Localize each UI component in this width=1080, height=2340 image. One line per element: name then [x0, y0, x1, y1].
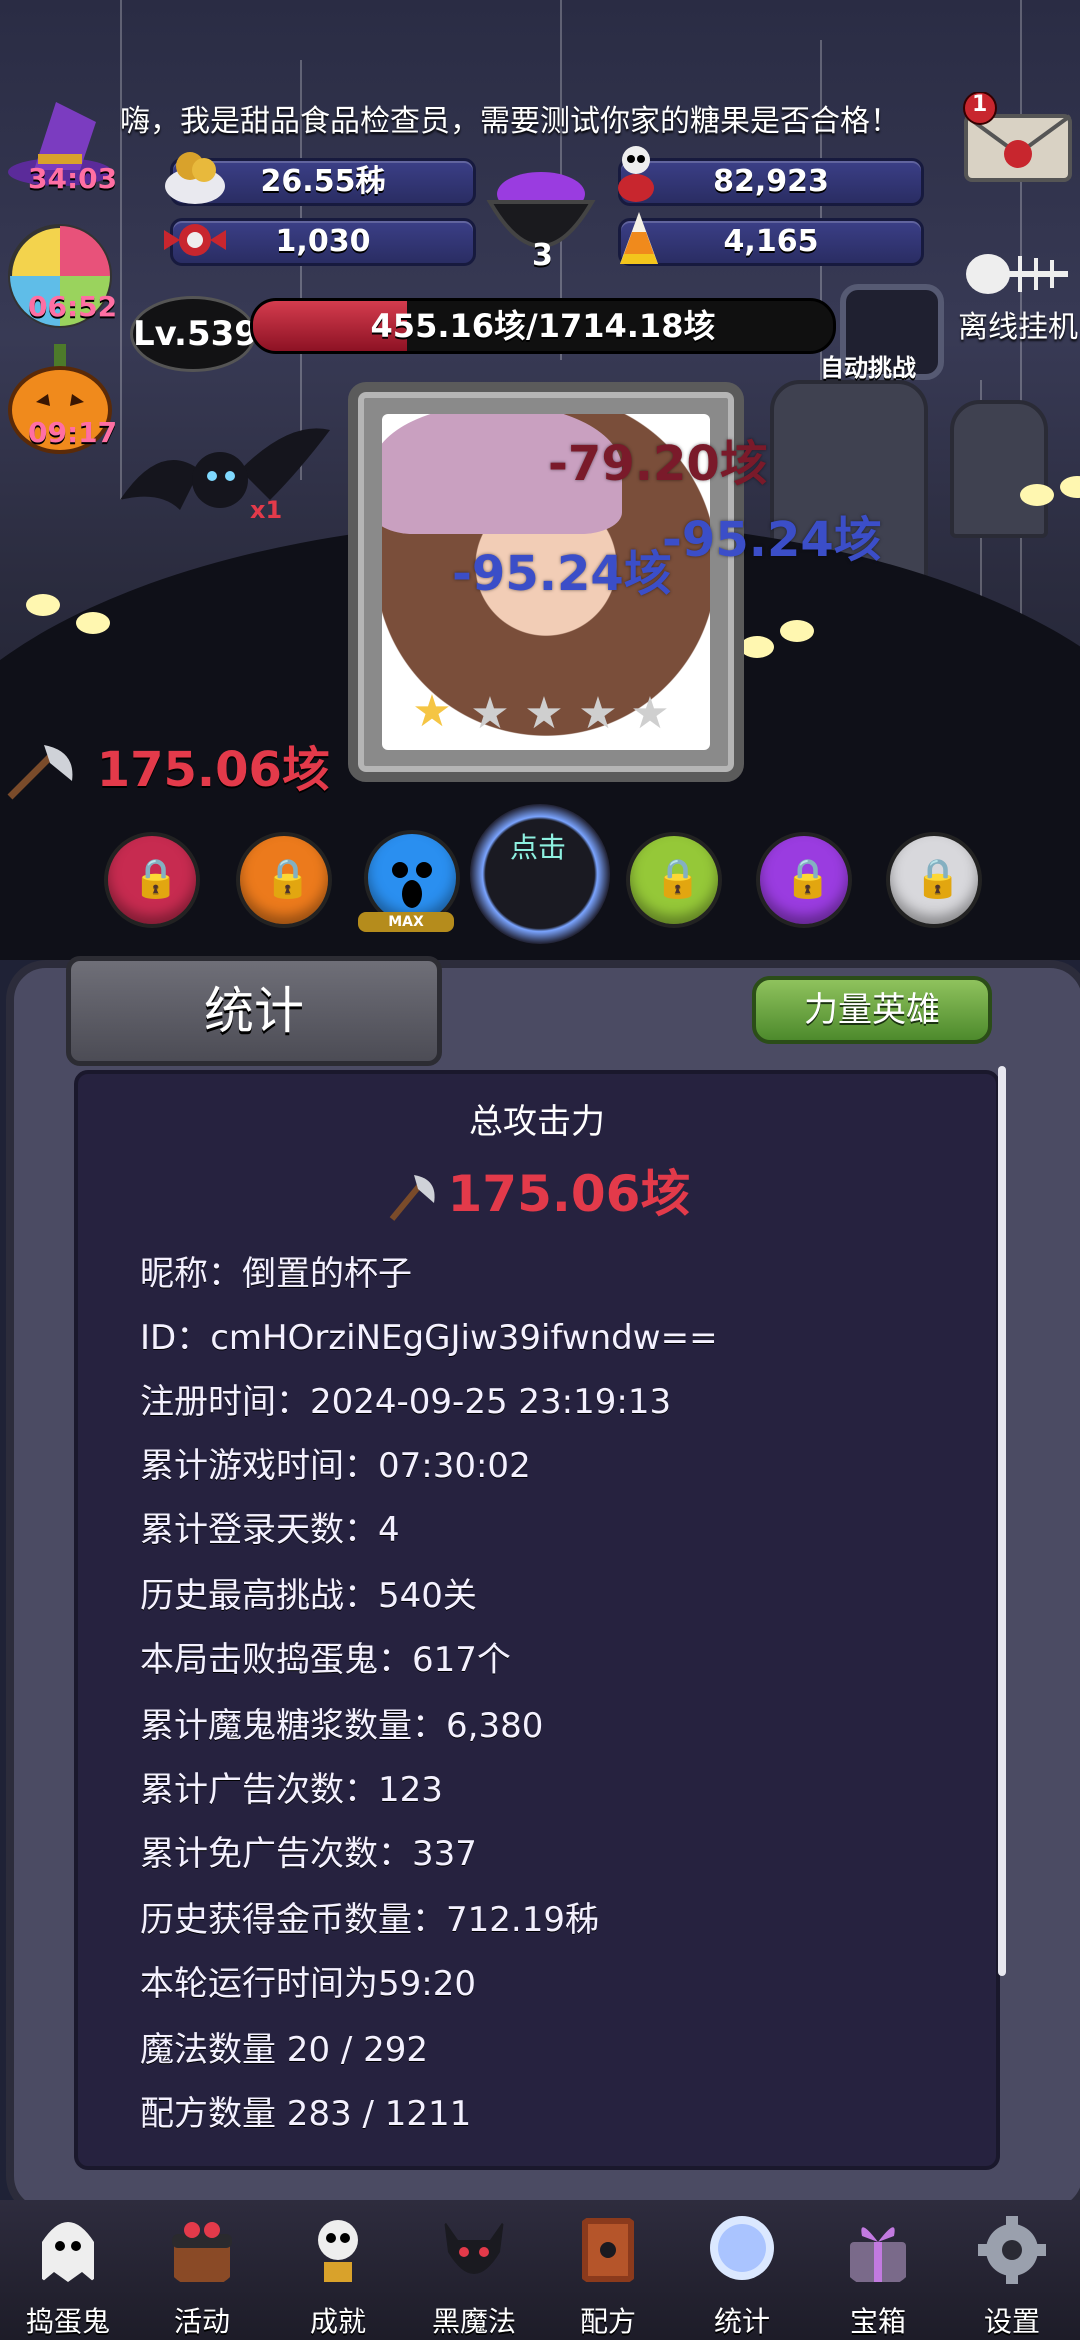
stat-magic-count: 魔法数量 20 / 292 [140, 2030, 429, 2070]
cauldron-count: 3 [532, 238, 553, 273]
nav-activity[interactable]: 活动 [142, 2212, 262, 2338]
level-badge: Lv.539 [130, 296, 258, 372]
stat-highest-stage: 历史最高挑战：540关 [140, 1576, 477, 1616]
gravestone [950, 400, 1048, 538]
event-timer: 34:03 [28, 162, 118, 195]
lock-icon: 🔒 [914, 856, 962, 900]
quest-dialog-text: 嗨，我是甜品食品检查员，需要测试你家的糖果是否合格！ [120, 104, 900, 139]
bat-icon: x1 [120, 410, 340, 550]
power-hero-button[interactable]: 力量英雄 [752, 976, 992, 1044]
max-level-tag: MAX [358, 912, 454, 932]
stat-register-time: 注册时间：2024-09-25 23:19:13 [140, 1382, 672, 1422]
nav-label: 活动 [173, 2305, 230, 2338]
stat-run-time: 本轮运行时间为59:20 [140, 1964, 476, 2004]
tap-label: 点击 [510, 831, 567, 864]
nav-label: 设置 [983, 2305, 1040, 2338]
tap-attack-orb[interactable]: 点击 [470, 804, 610, 944]
devil-icon [444, 2220, 504, 2274]
stat-syrup: 累计魔鬼糖浆数量：6,380 [140, 1706, 544, 1746]
total-attack: 175.06垓 [78, 1154, 996, 1226]
damage-number: -79.20垓 [548, 436, 768, 492]
nav-achievement[interactable]: 成就 [278, 2212, 398, 2338]
damage-number: -95.24垓 [452, 546, 672, 602]
skull-potion-value: 82,923 [713, 164, 829, 199]
damage-number: -95.24垓 [662, 512, 882, 568]
stat-recipe-count: 配方数量 283 / 1211 [140, 2094, 472, 2134]
nav-recipe[interactable]: 配方 [548, 2212, 668, 2338]
cauldron-icon[interactable]: 3 [476, 150, 606, 280]
coin-pile-icon [160, 146, 230, 206]
nav-label: 捣蛋鬼 [25, 2305, 110, 2338]
lock-icon: 🔒 [264, 856, 312, 900]
star-empty-icon: ★ [524, 688, 564, 739]
skill-orb-locked[interactable]: 🔒 [756, 832, 852, 928]
nav-label: 宝箱 [849, 2305, 906, 2338]
star-empty-icon: ★ [578, 688, 618, 739]
lock-icon: 🔒 [654, 856, 702, 900]
stat-play-time: 累计游戏时间：07:30:02 [140, 1446, 531, 1486]
crystal-ball-icon [710, 2216, 774, 2280]
nav-label: 黑魔法 [431, 2305, 516, 2338]
total-attack-value: 175.06垓 [447, 1165, 691, 1223]
stat-login-days: 累计登录天数：4 [140, 1510, 400, 1550]
stat-coins-earned: 历史获得金币数量：712.19秭 [140, 1900, 599, 1940]
gift-box-icon [850, 2227, 906, 2282]
stat-nickname: 昵称：倒置的杯子 [140, 1254, 412, 1294]
stat-id: ID：cmHOrziNEgGJiw39ifwndw== [140, 1318, 718, 1358]
candy-corn-icon [604, 208, 674, 268]
mail-count-badge: 1 [972, 92, 988, 117]
mail-icon[interactable]: 1 [962, 91, 1074, 188]
stat-ads: 累计广告次数：123 [140, 1770, 443, 1810]
lock-icon: 🔒 [132, 856, 180, 900]
skill-orb-locked[interactable]: 🔒 [886, 832, 982, 928]
spellbook-icon [582, 2218, 634, 2282]
pumpkin-icon[interactable]: 09:17 [6, 344, 118, 456]
witch-hat-icon[interactable]: 34:03 [6, 92, 118, 195]
boss-hp-text: 455.16垓/1714.18垓 [370, 307, 716, 345]
skull-trophy-icon [318, 2220, 358, 2282]
stats-list[interactable]: 总攻击力 175.06垓 昵称：倒置的杯子 ID：cmHOrziNEgGJiw3… [74, 1070, 1000, 2170]
stat-defeated: 本局击败捣蛋鬼：617个 [140, 1640, 511, 1680]
candy-corn-value: 4,165 [723, 224, 819, 259]
candy-value: 1,030 [275, 224, 371, 259]
nav-settings[interactable]: 设置 [952, 2212, 1072, 2338]
gear-icon [978, 2216, 1046, 2284]
stats-scrollbar[interactable] [998, 1066, 1006, 1976]
skull-potion-icon [606, 144, 676, 204]
cake-icon [172, 2222, 232, 2282]
fish-bone-icon[interactable] [958, 244, 1074, 304]
event-timer: 09:17 [28, 416, 118, 449]
nav-label: 成就 [309, 2305, 366, 2338]
star-empty-icon: ★ [470, 688, 510, 739]
skill-orb-locked[interactable]: 🔒 [626, 832, 722, 928]
skull-candy-icon [160, 210, 230, 270]
nav-label: 配方 [579, 2305, 636, 2338]
candy-swirl-icon[interactable]: 06:52 [6, 222, 118, 330]
ghost-icon [42, 2222, 94, 2282]
stat-ad-free: 累计免广告次数：337 [140, 1834, 477, 1874]
event-timer: 06:52 [28, 290, 118, 323]
attack-power-floating: 175.06垓 [0, 730, 330, 805]
nav-label: 统计 [713, 2305, 770, 2338]
star-empty-icon: ★ [630, 688, 670, 739]
stats-heading: 总攻击力 [469, 1102, 605, 1142]
side-attack-value: 175.06垓 [96, 742, 330, 798]
nav-chest[interactable]: 宝箱 [818, 2212, 938, 2338]
panel-title: 统计 [66, 956, 442, 1066]
axe-icon [7, 745, 73, 800]
nav-stats[interactable]: 统计 [682, 2212, 802, 2338]
skill-orb-locked[interactable]: 🔒 [236, 832, 332, 928]
skill-orb-locked[interactable]: 🔒 [104, 832, 200, 928]
star-filled-icon: ★ [412, 686, 452, 737]
auto-challenge-label[interactable]: 自动挑战 [820, 348, 916, 383]
offline-idle-button[interactable]: 离线挂机 [958, 302, 1078, 346]
axe-icon [389, 1174, 435, 1221]
boss-hp-bar: 455.16垓/1714.18垓 [250, 298, 836, 354]
bat-multiplier: x1 [250, 496, 283, 524]
lock-icon: 🔒 [784, 856, 832, 900]
nav-ghost[interactable]: 捣蛋鬼 [8, 2212, 128, 2338]
nav-black-magic[interactable]: 黑魔法 [414, 2212, 534, 2338]
coin-value: 26.55秭 [260, 164, 386, 199]
